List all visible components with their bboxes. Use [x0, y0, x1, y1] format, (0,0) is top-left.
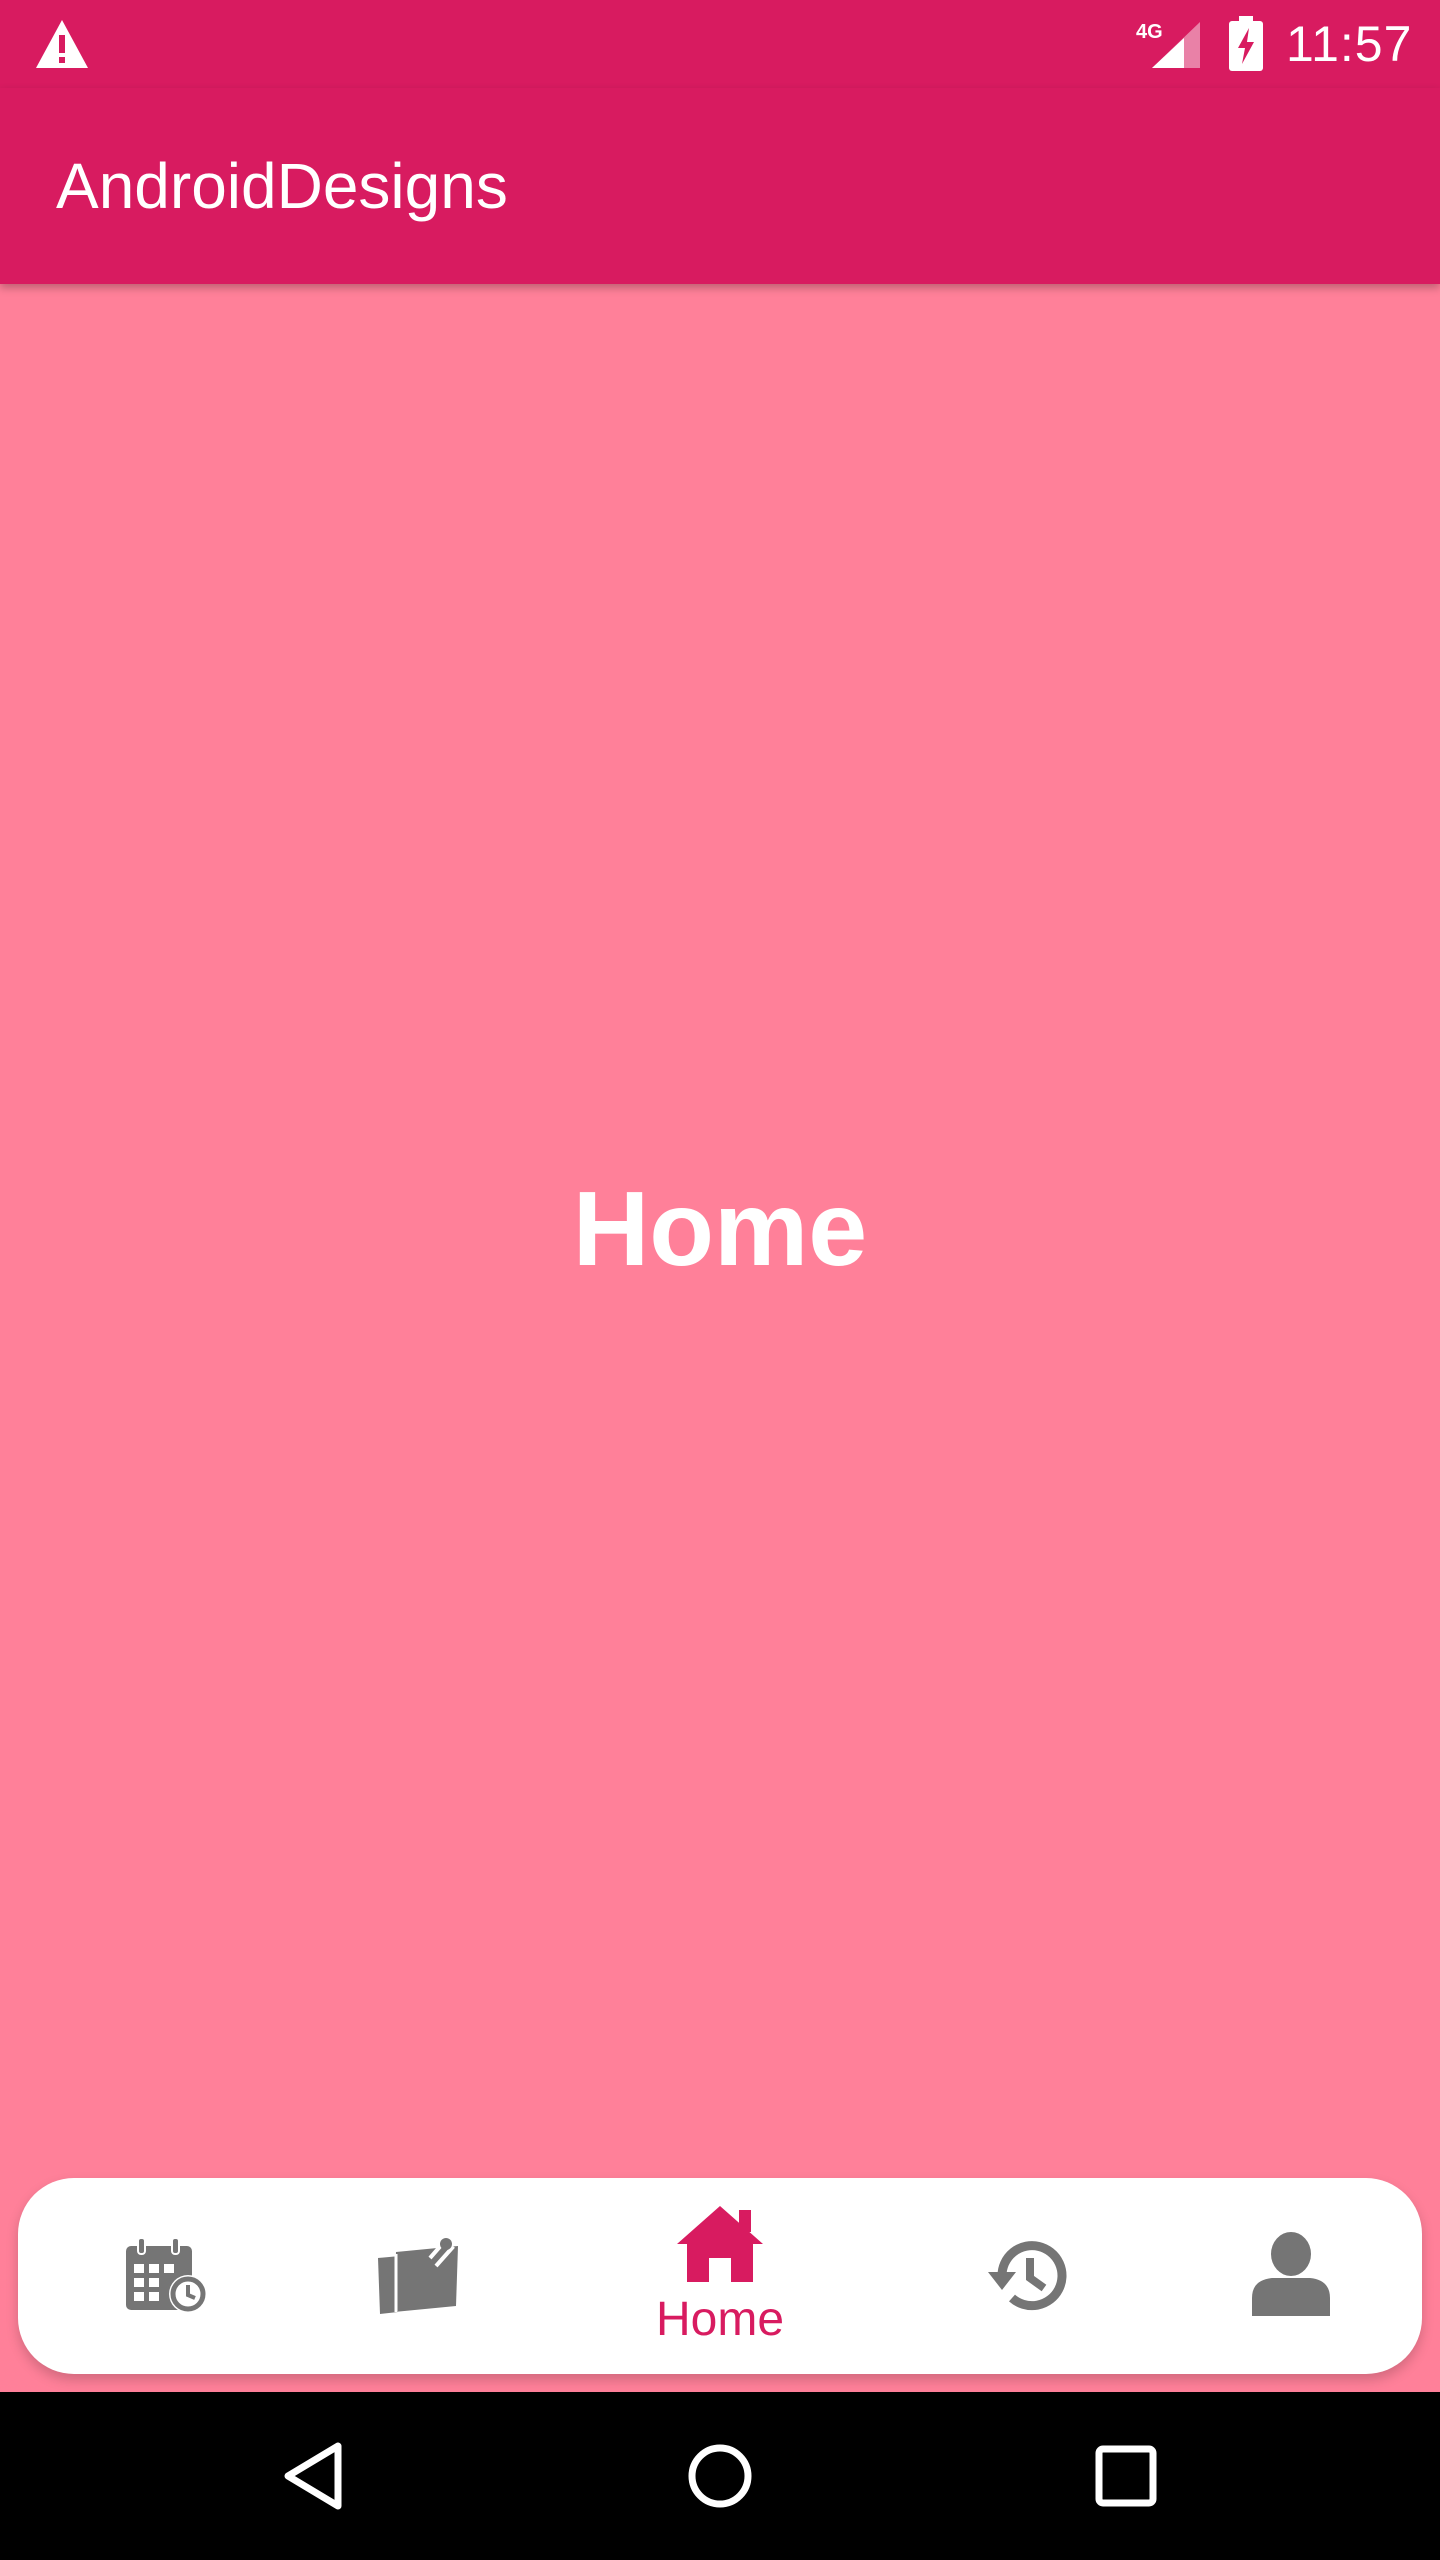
status-bar: 4G 11:57	[0, 0, 1440, 88]
page-heading: Home	[572, 1170, 868, 1288]
nav-item-home-label: Home	[655, 2293, 785, 2346]
notes-icon	[378, 2238, 458, 2314]
app-bar: AndroidDesigns	[0, 88, 1440, 284]
nav-item-notes[interactable]	[318, 2178, 548, 2374]
nav-item-schedule[interactable]	[70, 2178, 300, 2374]
signal-icon: 4G	[1136, 21, 1200, 68]
home-circle-icon[interactable]	[680, 2436, 760, 2516]
battery-charging-icon	[1229, 16, 1263, 71]
nav-item-history[interactable]	[918, 2178, 1148, 2374]
bottom-navigation: Home	[18, 2178, 1422, 2374]
home-icon	[677, 2206, 763, 2282]
warning-icon	[36, 20, 88, 68]
history-icon	[988, 2241, 1067, 2311]
system-navigation-bar	[0, 2392, 1440, 2560]
calendar-clock-icon	[126, 2237, 207, 2313]
person-icon	[1252, 2232, 1330, 2316]
recents-icon[interactable]	[1086, 2436, 1166, 2516]
nav-item-home[interactable]: Home	[605, 2178, 835, 2374]
status-time: 11:57	[1286, 16, 1413, 72]
app-title: AndroidDesigns	[56, 150, 508, 222]
nav-item-profile[interactable]	[1176, 2178, 1406, 2374]
back-icon[interactable]	[276, 2436, 356, 2516]
network-type-label: 4G	[1136, 21, 1163, 43]
screen: 4G 11:57 AndroidDesigns Home Home	[0, 0, 1440, 2560]
main-content: Home	[0, 284, 1440, 2392]
